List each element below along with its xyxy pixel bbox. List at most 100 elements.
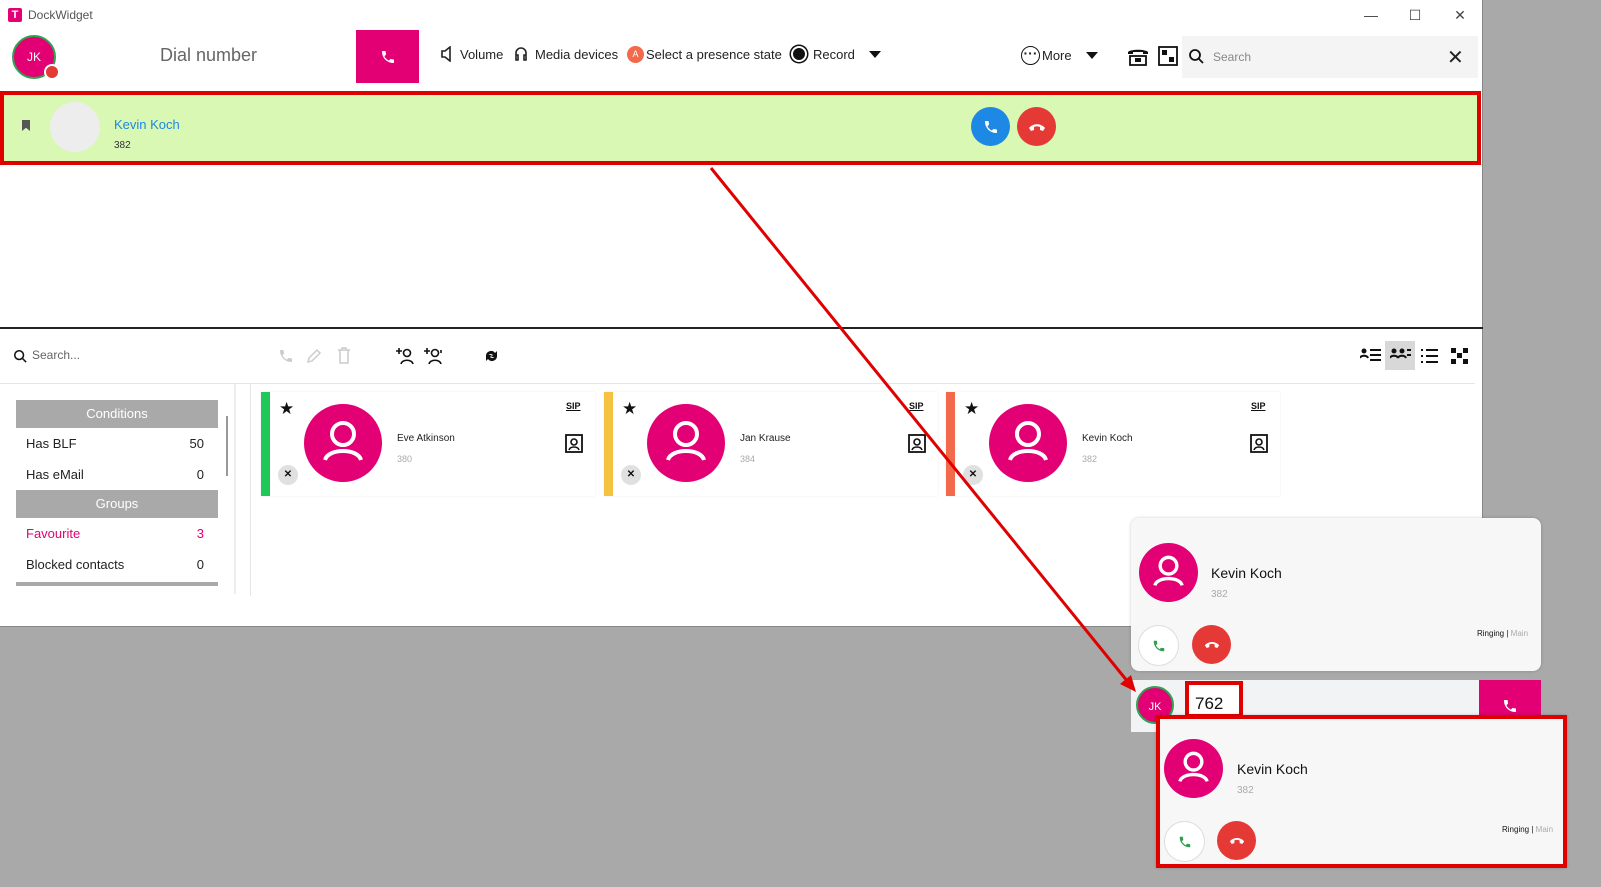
answer-button[interactable] <box>1138 625 1179 666</box>
star-icon[interactable]: ★ <box>622 399 637 419</box>
condition-has-email[interactable]: Has eMail 0 <box>16 459 218 490</box>
contact-number: 384 <box>740 454 756 464</box>
scrollbar-thumb[interactable] <box>226 416 228 476</box>
speaker-icon <box>441 46 451 62</box>
dial-call-button[interactable] <box>356 30 419 83</box>
caller-name: Kevin Koch <box>1211 565 1282 581</box>
group-favourite[interactable]: Favourite 3 <box>16 518 218 549</box>
media-devices-label: Media devices <box>535 46 619 62</box>
condition-label: Has BLF <box>26 436 77 451</box>
accept-call-button[interactable] <box>971 107 1010 146</box>
list-detail-view-icon[interactable] <box>1359 347 1381 369</box>
grid-view-button[interactable] <box>1385 341 1415 370</box>
hangup-call-button[interactable] <box>1017 107 1056 146</box>
contact-card-icon[interactable] <box>1250 434 1268 458</box>
more-button[interactable]: ··· More <box>1021 46 1098 65</box>
add-group-icon[interactable] <box>424 347 444 370</box>
call-status: Ringing | Main <box>1477 629 1529 638</box>
more-icon: ··· <box>1021 46 1040 65</box>
record-label: Record <box>813 46 855 62</box>
contact-card[interactable]: ★ Jan Krause 384 ✕ SIP <box>604 392 938 496</box>
phone-icon <box>1179 836 1190 847</box>
user-icon <box>1178 751 1209 783</box>
mini-dial-value: 762 <box>1195 694 1224 713</box>
group-label: Favourite <box>26 526 81 541</box>
contact-card-icon[interactable] <box>908 434 926 458</box>
sip-badge: SIP <box>1251 401 1266 411</box>
group-count: 3 <box>196 526 204 541</box>
telekom-logo: T <box>8 8 22 22</box>
tile-view-icon[interactable] <box>1451 348 1468 369</box>
answer-button[interactable] <box>1164 821 1205 862</box>
volume-label: Volume <box>460 46 504 62</box>
call-contact-icon[interactable] <box>278 348 294 369</box>
chevron-down-icon <box>1085 52 1098 59</box>
status-bar <box>604 392 613 496</box>
contact-card-icon[interactable] <box>565 434 583 458</box>
volume-button[interactable]: Volume <box>440 46 503 62</box>
decline-button[interactable] <box>1217 821 1256 860</box>
groups-footer <box>16 582 218 586</box>
window-title: DockWidget <box>28 8 93 22</box>
group-blocked-contacts[interactable]: Blocked contacts 0 <box>16 549 218 580</box>
phone-icon <box>382 51 394 63</box>
contact-card[interactable]: ★ Kevin Koch 382 ✕ SIP <box>946 392 1280 496</box>
contact-name: Kevin Koch <box>1082 433 1133 444</box>
chevron-down-icon <box>868 50 881 58</box>
hangup-icon <box>1229 838 1244 845</box>
contacts-search-input[interactable]: Search... <box>32 348 80 362</box>
active-call-avatar <box>50 102 100 152</box>
filter-panel: Conditions Has BLF 50 Has eMail 0 Groups… <box>16 400 218 586</box>
remove-icon[interactable]: ✕ <box>278 465 298 485</box>
conditions-header: Conditions <box>16 400 218 428</box>
condition-has-blf[interactable]: Has BLF 50 <box>16 428 218 459</box>
mini-dial-input[interactable]: 762 <box>1185 681 1243 718</box>
add-contact-icon[interactable] <box>395 347 415 370</box>
user-icon <box>323 421 363 461</box>
groups-header: Groups <box>16 490 218 518</box>
phonebook-icon[interactable] <box>1126 46 1150 71</box>
record-button[interactable]: Record <box>791 46 881 62</box>
minimize-button[interactable]: — <box>1355 4 1387 26</box>
call-line: Main <box>1535 825 1554 834</box>
grid-view-icon <box>1390 348 1411 359</box>
active-call-row[interactable] <box>0 91 1481 165</box>
search-icon <box>1188 48 1204 69</box>
layout-icon[interactable] <box>1158 46 1178 71</box>
contact-card[interactable]: ★ Eve Atkinson 380 ✕ SIP <box>261 392 595 496</box>
phone-icon <box>1504 700 1516 712</box>
close-window-button[interactable]: ✕ <box>1444 4 1476 26</box>
contact-name: Eve Atkinson <box>397 433 455 444</box>
contact-avatar <box>647 404 725 482</box>
star-icon[interactable]: ★ <box>279 399 294 419</box>
scrollbar-track[interactable] <box>234 384 236 594</box>
remove-icon[interactable]: ✕ <box>963 465 983 485</box>
sip-badge: SIP <box>909 401 924 411</box>
list-view-icon[interactable] <box>1421 349 1438 368</box>
phone-icon <box>1153 640 1164 651</box>
sip-badge: SIP <box>566 401 581 411</box>
active-call-name[interactable]: Kevin Koch <box>114 117 180 132</box>
edit-icon[interactable] <box>306 348 322 369</box>
panel-divider[interactable] <box>0 327 1483 329</box>
close-icon[interactable]: ✕ <box>1447 45 1464 70</box>
maximize-button[interactable]: ☐ <box>1399 4 1431 26</box>
mini-call-button[interactable] <box>1479 680 1541 720</box>
decline-button[interactable] <box>1192 625 1231 664</box>
delete-icon[interactable] <box>337 347 351 369</box>
caller-name: Kevin Koch <box>1237 761 1308 777</box>
contact-avatar <box>304 404 382 482</box>
record-icon <box>791 46 807 62</box>
dial-number-input[interactable]: Dial number <box>160 45 257 66</box>
contact-avatar <box>989 404 1067 482</box>
toolbar-separator <box>0 383 1475 384</box>
presence-label: Select a presence state <box>646 47 782 62</box>
group-label: Blocked contacts <box>26 557 125 572</box>
media-devices-button[interactable]: Media devices <box>513 46 618 62</box>
caller-avatar <box>1164 739 1223 798</box>
presence-selector[interactable]: A Select a presence state <box>627 46 782 63</box>
sync-icon[interactable] <box>482 347 501 370</box>
star-icon[interactable]: ★ <box>964 399 979 419</box>
hangup-icon <box>1204 642 1219 649</box>
remove-icon[interactable]: ✕ <box>621 465 641 485</box>
